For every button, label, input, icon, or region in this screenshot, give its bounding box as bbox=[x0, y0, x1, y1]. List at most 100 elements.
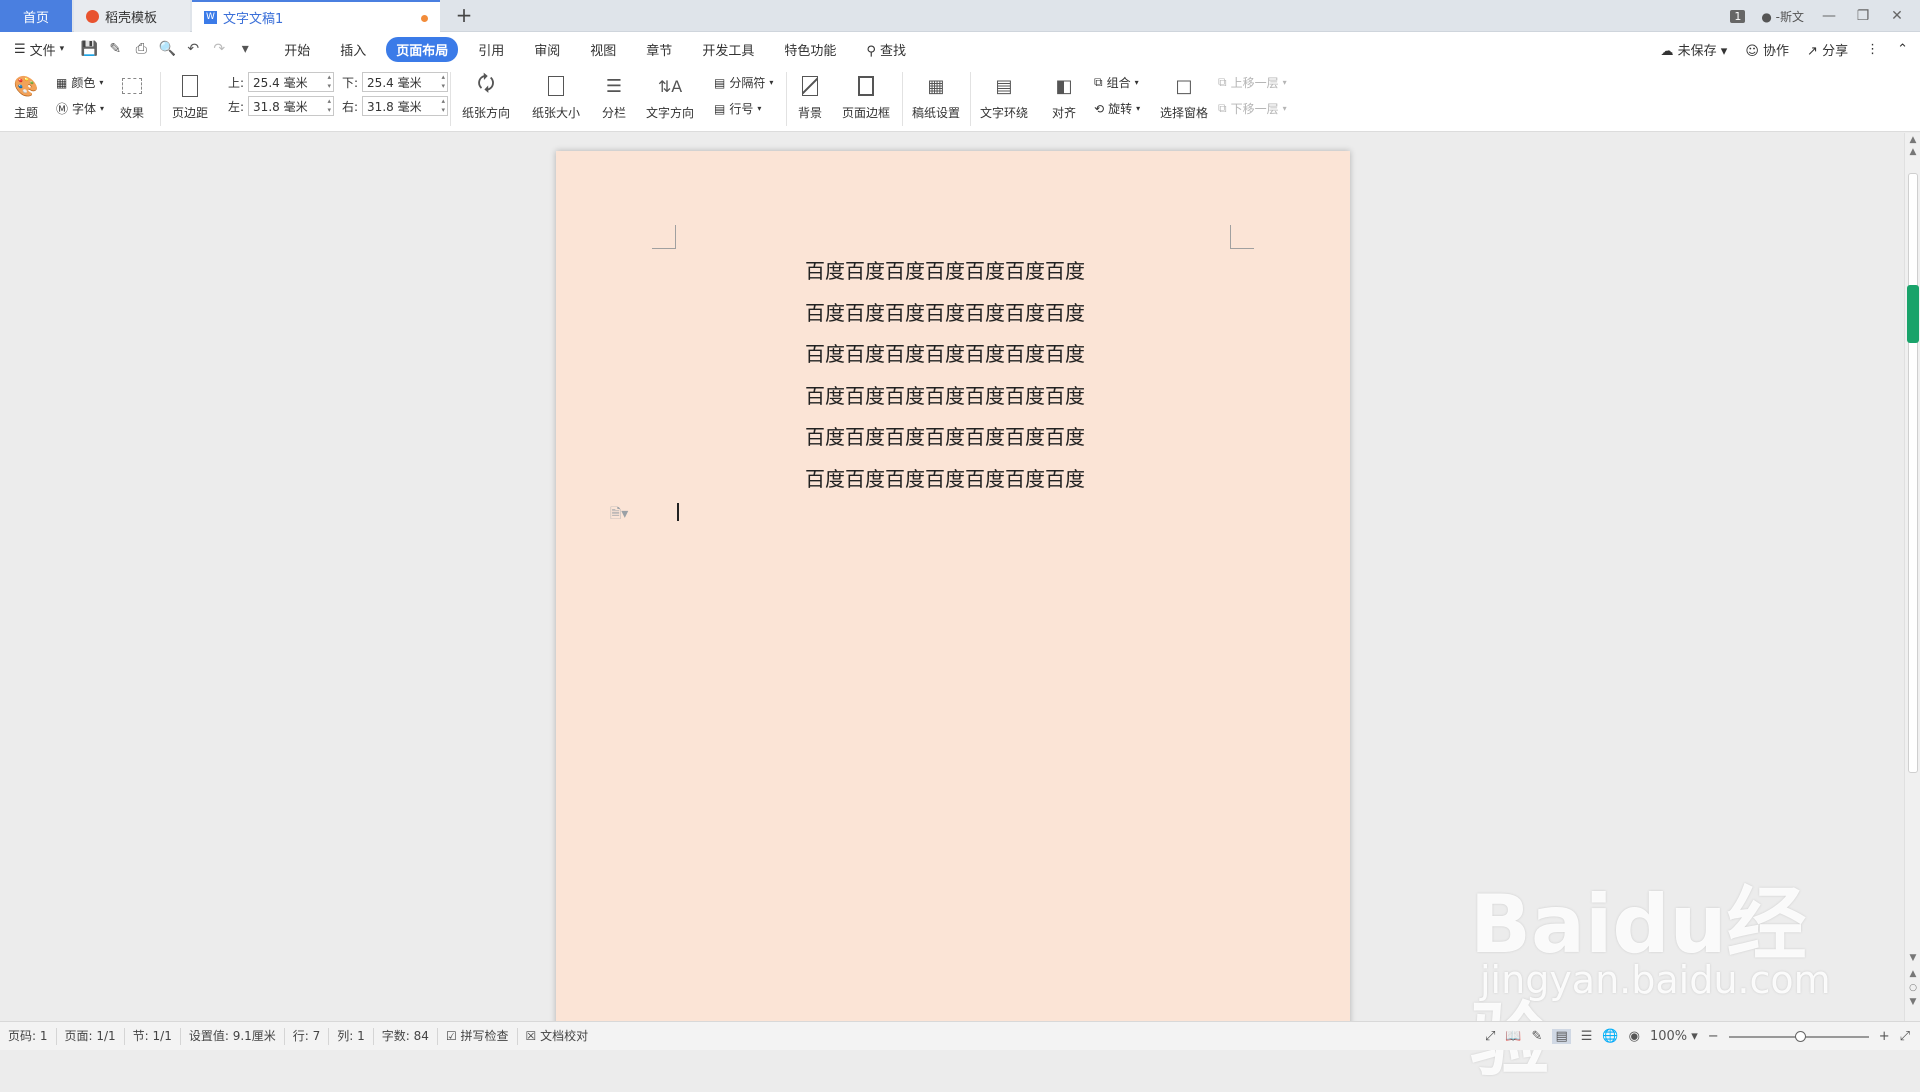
eye-protection-icon[interactable]: ◉ bbox=[1629, 1029, 1640, 1044]
page-border-button[interactable]: 页面边框 bbox=[842, 72, 890, 121]
reading-mode-icon[interactable]: 📖 bbox=[1505, 1029, 1521, 1044]
collapse-ribbon-icon[interactable]: ⌃ bbox=[1897, 42, 1908, 57]
tab-template[interactable]: 稻壳模板 bbox=[74, 0, 190, 32]
save-icon[interactable]: 💾 bbox=[78, 38, 100, 60]
menu-page-layout[interactable]: 页面布局 bbox=[386, 36, 459, 62]
rotate-button[interactable]: ⟲ 旋转 ▾ bbox=[1094, 100, 1140, 117]
zoom-level[interactable]: 100% ▾ bbox=[1650, 1029, 1698, 1044]
zoom-slider-knob[interactable] bbox=[1794, 1030, 1806, 1042]
redo-icon[interactable]: ↷ bbox=[208, 38, 230, 60]
status-pages[interactable]: 页面: 1/1 bbox=[57, 1027, 125, 1045]
prev-page-icon[interactable]: ▲ bbox=[1905, 969, 1920, 979]
background-button[interactable]: 背景 bbox=[796, 72, 824, 121]
print-preview-icon[interactable]: 🔍 bbox=[156, 38, 178, 60]
margin-top-input[interactable]: 25.4 毫米 bbox=[248, 72, 335, 92]
more-icon[interactable]: ⋮ bbox=[1866, 42, 1879, 57]
menu-references[interactable]: 引用 bbox=[468, 37, 514, 62]
document-page[interactable]: 百度百度百度百度百度百度百度 百度百度百度百度百度百度百度 百度百度百度百度百度… bbox=[556, 151, 1350, 1021]
document-canvas[interactable]: 百度百度百度百度百度百度百度 百度百度百度百度百度百度百度 百度百度百度百度百度… bbox=[0, 133, 1904, 1021]
margins-button[interactable]: 页边距 bbox=[172, 72, 208, 121]
text-wrap-button[interactable]: ▤ 文字环绕 bbox=[980, 72, 1028, 121]
send-backward-button[interactable]: ⧉ 下移一层 ▾ bbox=[1218, 100, 1287, 117]
status-setting[interactable]: 设置值: 9.1厘米 bbox=[181, 1027, 285, 1045]
menu-features[interactable]: 特色功能 bbox=[774, 37, 846, 62]
status-row[interactable]: 行: 7 bbox=[285, 1027, 330, 1045]
format-painter-icon[interactable]: ✎ bbox=[104, 38, 126, 60]
collaborate-button[interactable]: ☺ 协作 bbox=[1745, 40, 1789, 59]
scroll-thumb[interactable] bbox=[1908, 173, 1918, 773]
search-button[interactable]: ⚲ 查找 bbox=[856, 37, 916, 62]
margin-right-input[interactable]: 31.8 毫米 bbox=[362, 96, 449, 116]
customize-icon[interactable]: ▾ bbox=[234, 38, 256, 60]
menu-start[interactable]: 开始 bbox=[274, 37, 320, 62]
paragraph-handle-icon[interactable]: 🗎▾ bbox=[610, 503, 628, 527]
margin-left-input[interactable]: 31.8 毫米 bbox=[248, 96, 335, 116]
window-count-badge[interactable]: 1 bbox=[1730, 9, 1746, 23]
color-button[interactable]: ▦ 颜色 ▾ bbox=[56, 74, 103, 91]
select-browse-icon[interactable]: ○ bbox=[1905, 983, 1920, 993]
web-view-icon[interactable]: 🌐 bbox=[1602, 1029, 1618, 1044]
share-button[interactable]: ↗ 分享 bbox=[1807, 40, 1848, 59]
menu-right: ☁ 未保存 ▾ ☺ 协作 ↗ 分享 ⋮ ⌃ bbox=[1660, 32, 1908, 66]
titlebar-right: 1 ● -斯文 — ❐ ✕ bbox=[1730, 0, 1920, 32]
paragraph-line[interactable]: 百度百度百度百度百度百度百度 bbox=[805, 459, 1085, 501]
scroll-up-icon[interactable]: ▲ bbox=[1905, 147, 1920, 157]
undo-icon[interactable]: ↶ bbox=[182, 38, 204, 60]
document-body[interactable]: 百度百度百度百度百度百度百度 百度百度百度百度百度百度百度 百度百度百度百度百度… bbox=[805, 251, 1085, 500]
menu-section[interactable]: 章节 bbox=[636, 37, 682, 62]
vertical-scrollbar[interactable]: ▲ ▲ ▼ ▲ ○ ▼ bbox=[1904, 133, 1920, 1021]
status-page-number[interactable]: 页码: 1 bbox=[0, 1027, 57, 1045]
group-button[interactable]: ⧉ 组合 ▾ bbox=[1094, 74, 1139, 91]
page-view-icon[interactable]: ▤ bbox=[1552, 1029, 1571, 1044]
zoom-in-icon[interactable]: + bbox=[1879, 1029, 1890, 1044]
divider bbox=[902, 72, 903, 126]
user-account[interactable]: ● -斯文 bbox=[1761, 8, 1804, 25]
paper-size-button[interactable]: 纸张大小 bbox=[532, 72, 580, 121]
manuscript-button[interactable]: ▦ 稿纸设置 bbox=[912, 72, 960, 121]
theme-button[interactable]: 🎨 主题 bbox=[12, 72, 40, 121]
new-tab-button[interactable]: + bbox=[452, 4, 476, 28]
columns-button[interactable]: ☰ 分栏 bbox=[600, 72, 628, 121]
fit-page-icon[interactable]: ⤢ bbox=[1900, 1029, 1910, 1044]
spell-check-button[interactable]: ☑ 拼写检查 bbox=[438, 1027, 518, 1045]
status-column[interactable]: 列: 1 bbox=[329, 1027, 374, 1045]
scroll-down-icon[interactable]: ▼ bbox=[1905, 953, 1920, 963]
paragraph-line[interactable]: 百度百度百度百度百度百度百度 bbox=[805, 251, 1085, 293]
zoom-slider[interactable] bbox=[1728, 1030, 1869, 1042]
paragraph-line[interactable]: 百度百度百度百度百度百度百度 bbox=[805, 293, 1085, 335]
orientation-button[interactable]: 🗘 纸张方向 bbox=[462, 71, 510, 121]
print-icon[interactable]: ⎙ bbox=[130, 38, 152, 60]
separator-button[interactable]: ▤ 分隔符 ▾ bbox=[714, 74, 773, 91]
proofread-button[interactable]: ☒ 文档校对 bbox=[518, 1028, 597, 1045]
menu-developer[interactable]: 开发工具 bbox=[692, 37, 764, 62]
tab-home[interactable]: 首页 bbox=[0, 0, 72, 32]
restore-icon[interactable]: ❐ bbox=[1854, 8, 1872, 24]
scroll-up-icon[interactable]: ▲ bbox=[1905, 135, 1920, 145]
status-word-count[interactable]: 字数: 84 bbox=[374, 1027, 438, 1045]
unsaved-button[interactable]: ☁ 未保存 ▾ bbox=[1660, 40, 1727, 59]
font-button[interactable]: Ⓜ 字体 ▾ bbox=[56, 100, 104, 117]
effect-button[interactable]: 效果 bbox=[118, 72, 146, 121]
status-section[interactable]: 节: 1/1 bbox=[125, 1027, 181, 1045]
bring-forward-button[interactable]: ⧉ 上移一层 ▾ bbox=[1218, 74, 1287, 91]
menu-review[interactable]: 审阅 bbox=[524, 37, 570, 62]
menu-view[interactable]: 视图 bbox=[580, 37, 626, 62]
align-button[interactable]: ◧ 对齐 bbox=[1050, 72, 1078, 121]
line-number-button[interactable]: ▤ 行号 ▾ bbox=[714, 100, 761, 117]
minimize-icon[interactable]: — bbox=[1820, 8, 1838, 24]
tab-document[interactable]: W 文字文稿1 bbox=[192, 0, 440, 32]
text-direction-button[interactable]: ⇅A 文字方向 bbox=[646, 72, 694, 121]
selection-pane-button[interactable]: □ 选择窗格 bbox=[1160, 72, 1208, 121]
next-page-icon[interactable]: ▼ bbox=[1905, 997, 1920, 1007]
edit-mode-icon[interactable]: ✎ bbox=[1532, 1029, 1543, 1044]
fullscreen-icon[interactable]: ⤢ bbox=[1485, 1029, 1495, 1044]
margin-bottom-input[interactable]: 25.4 毫米 bbox=[362, 72, 449, 92]
file-menu[interactable]: ☰ 文件 ▾ bbox=[14, 40, 64, 59]
outline-view-icon[interactable]: ☰ bbox=[1581, 1029, 1593, 1044]
zoom-out-icon[interactable]: − bbox=[1708, 1029, 1719, 1044]
paragraph-line[interactable]: 百度百度百度百度百度百度百度 bbox=[805, 417, 1085, 459]
menu-insert[interactable]: 插入 bbox=[330, 37, 376, 62]
close-icon[interactable]: ✕ bbox=[1888, 8, 1906, 24]
paragraph-line[interactable]: 百度百度百度百度百度百度百度 bbox=[805, 334, 1085, 376]
paragraph-line[interactable]: 百度百度百度百度百度百度百度 bbox=[805, 376, 1085, 418]
